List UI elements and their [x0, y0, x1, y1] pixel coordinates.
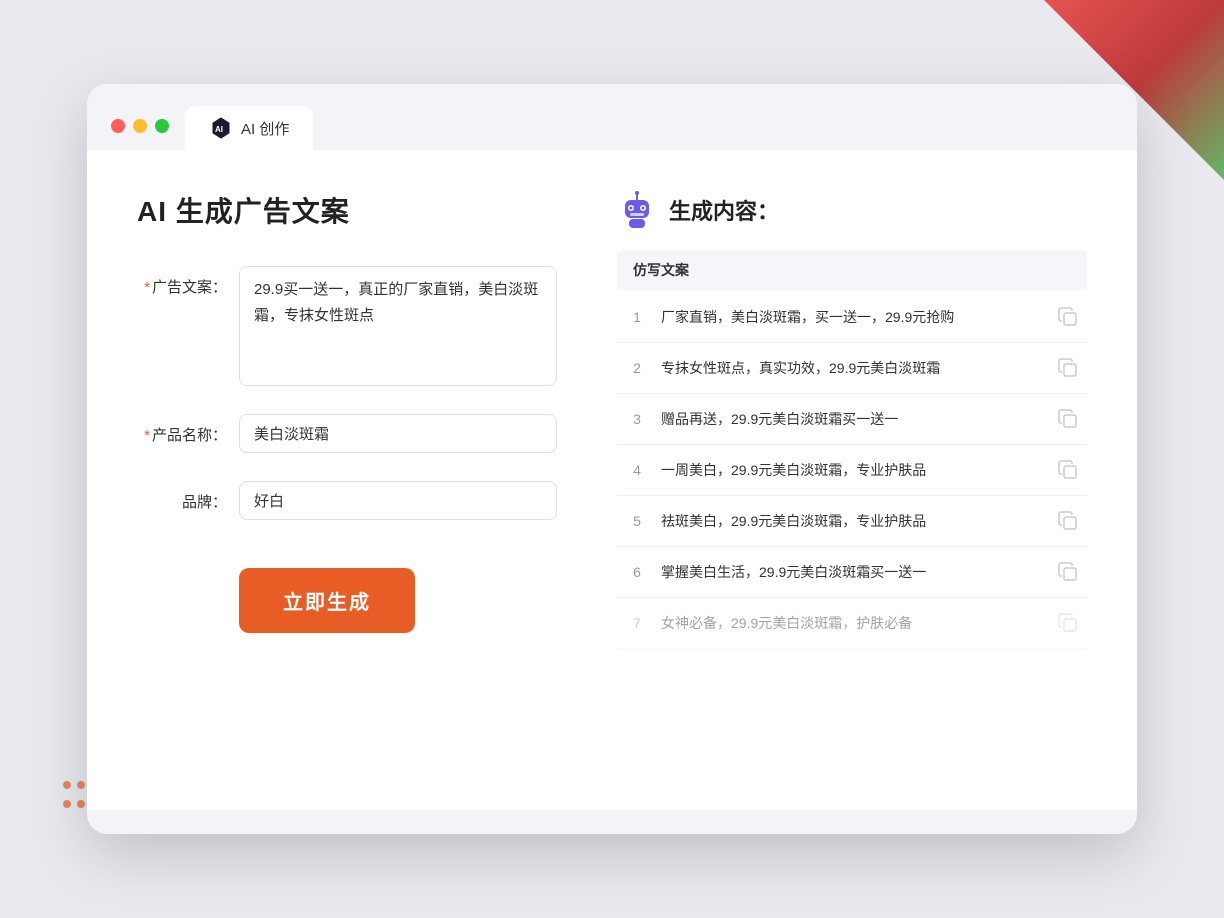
- close-button[interactable]: [111, 119, 125, 133]
- maximize-button[interactable]: [155, 119, 169, 133]
- copy-icon[interactable]: [1057, 510, 1079, 532]
- right-panel: 生成内容： 仿写文案 1 厂家直销，美白淡斑霜，买一送一，29.9元抢购 2 专抹女…: [617, 190, 1087, 760]
- product-name-input[interactable]: [239, 414, 557, 453]
- result-text: 女神必备，29.9元美白淡斑霜，护肤必备: [661, 613, 1045, 634]
- result-text: 掌握美白生活，29.9元美白淡斑霜买一送一: [661, 562, 1045, 583]
- result-number: 6: [625, 564, 649, 580]
- table-row: 6 掌握美白生活，29.9元美白淡斑霜买一送一: [617, 547, 1087, 598]
- table-row: 3 赠品再送，29.9元美白淡斑霜买一送一: [617, 394, 1087, 445]
- main-content: AI 生成广告文案 *广告文案： *产品名称： 品牌： 立: [87, 150, 1137, 810]
- table-row: 1 厂家直销，美白淡斑霜，买一送一，29.9元抢购: [617, 292, 1087, 343]
- brand-label: 品牌：: [137, 481, 227, 512]
- results-title: 生成内容：: [669, 194, 779, 226]
- result-number: 4: [625, 462, 649, 478]
- page-title: AI 生成广告文案: [137, 190, 557, 230]
- result-text: 祛斑美白，29.9元美白淡斑霜，专业护肤品: [661, 511, 1045, 532]
- browser-window: AI AI 创作 AI 生成广告文案 *广告文案： *产品名称：: [87, 84, 1137, 834]
- product-name-form-group: *产品名称：: [137, 414, 557, 453]
- result-text: 厂家直销，美白淡斑霜，买一送一，29.9元抢购: [661, 307, 1045, 328]
- result-number: 2: [625, 360, 649, 376]
- results-header: 生成内容：: [617, 190, 1087, 230]
- svg-text:AI: AI: [215, 125, 223, 134]
- result-text: 一周美白，29.9元美白淡斑霜，专业护肤品: [661, 460, 1045, 481]
- copy-icon[interactable]: [1057, 612, 1079, 634]
- robot-icon: [617, 190, 657, 230]
- results-table: 仿写文案 1 厂家直销，美白淡斑霜，买一送一，29.9元抢购 2 专抹女性斑点，真实…: [617, 250, 1087, 649]
- result-text: 专抹女性斑点，真实功效，29.9元美白淡斑霜: [661, 358, 1045, 379]
- submit-button[interactable]: 立即生成: [239, 568, 415, 633]
- ad-copy-label: *广告文案：: [137, 266, 227, 297]
- minimize-button[interactable]: [133, 119, 147, 133]
- copy-icon[interactable]: [1057, 561, 1079, 583]
- copy-icon[interactable]: [1057, 408, 1079, 430]
- product-name-required-star: *: [144, 427, 150, 444]
- table-row: 4 一周美白，29.9元美白淡斑霜，专业护肤品: [617, 445, 1087, 496]
- table-header: 仿写文案: [617, 250, 1087, 290]
- copy-icon[interactable]: [1057, 357, 1079, 379]
- result-rows-container: 1 厂家直销，美白淡斑霜，买一送一，29.9元抢购 2 专抹女性斑点，真实功效，29…: [617, 292, 1087, 649]
- left-panel: AI 生成广告文案 *广告文案： *产品名称： 品牌： 立: [137, 190, 557, 760]
- browser-tab[interactable]: AI AI 创作: [185, 106, 313, 150]
- ad-copy-textarea[interactable]: [239, 266, 557, 386]
- ad-copy-required-star: *: [144, 279, 150, 296]
- table-row: 2 专抹女性斑点，真实功效，29.9元美白淡斑霜: [617, 343, 1087, 394]
- copy-icon[interactable]: [1057, 306, 1079, 328]
- result-number: 5: [625, 513, 649, 529]
- traffic-lights: [111, 119, 169, 133]
- brand-form-group: 品牌：: [137, 481, 557, 520]
- tab-title-text: AI 创作: [241, 118, 289, 139]
- result-number: 3: [625, 411, 649, 427]
- table-row: 7 女神必备，29.9元美白淡斑霜，护肤必备: [617, 598, 1087, 649]
- product-name-label: *产品名称：: [137, 414, 227, 445]
- brand-input[interactable]: [239, 481, 557, 520]
- copy-icon[interactable]: [1057, 459, 1079, 481]
- ad-copy-form-group: *广告文案：: [137, 266, 557, 386]
- ai-logo-icon: AI: [209, 116, 233, 140]
- result-number: 1: [625, 309, 649, 325]
- result-number: 7: [625, 615, 649, 631]
- result-text: 赠品再送，29.9元美白淡斑霜买一送一: [661, 409, 1045, 430]
- title-bar: AI AI 创作: [87, 84, 1137, 150]
- table-row: 5 祛斑美白，29.9元美白淡斑霜，专业护肤品: [617, 496, 1087, 547]
